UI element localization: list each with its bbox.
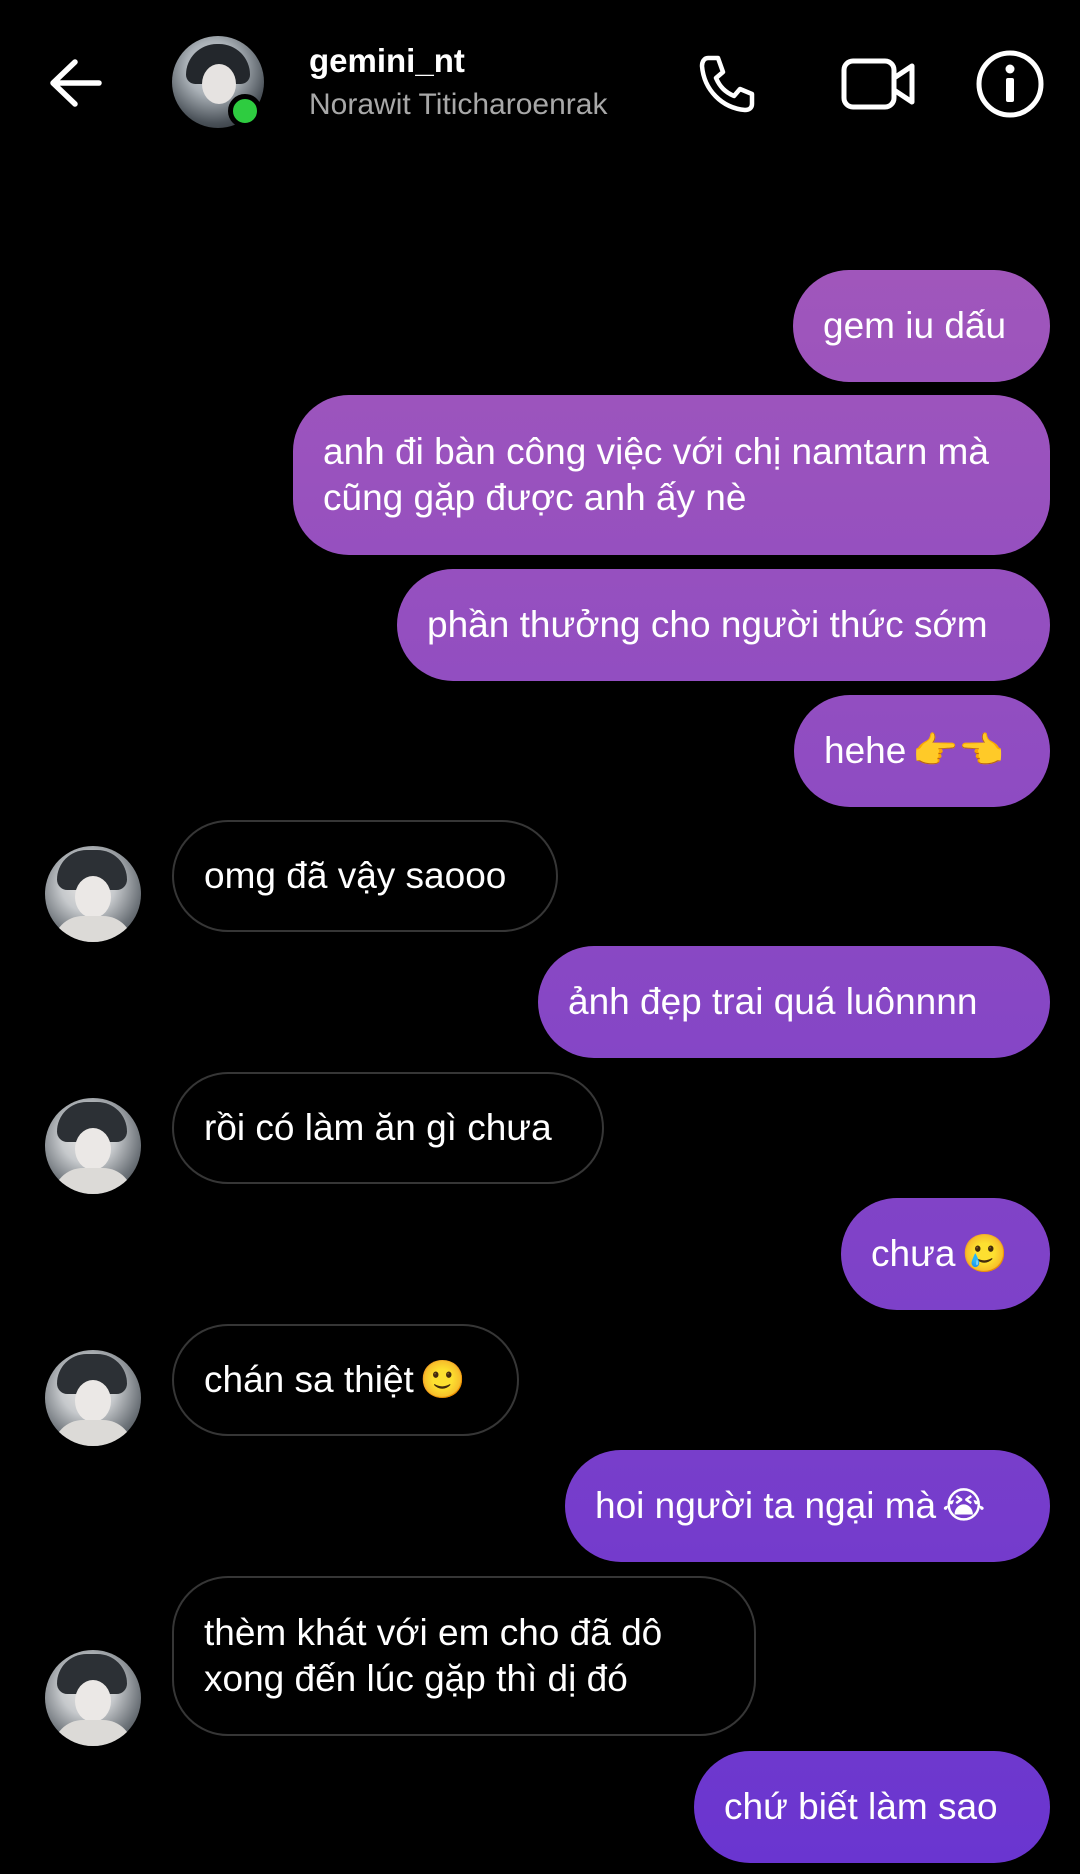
sent-message[interactable]: phần thưởng cho người thức sớm <box>397 569 1050 681</box>
video-call-button[interactable] <box>829 44 929 124</box>
sent-message[interactable]: chưa 🥲 <box>841 1198 1050 1310</box>
slightly-smiling-emoji: 🙂 <box>419 1359 466 1400</box>
sent-message[interactable]: chứ biết làm sao <box>694 1751 1050 1863</box>
info-circle-icon <box>976 50 1044 118</box>
received-message[interactable]: omg đã vậy saooo <box>172 820 558 932</box>
sender-avatar[interactable] <box>45 846 141 942</box>
message-text: hoi người ta ngại mà <box>595 1485 937 1526</box>
message-text: thèm khát với em cho đã dô xong đến lúc … <box>204 1612 663 1699</box>
sent-message[interactable]: anh đi bàn công việc với chị namtarn mà … <box>293 395 1050 555</box>
sent-message[interactable]: gem iu dấu <box>793 270 1050 382</box>
call-button[interactable] <box>686 44 766 124</box>
message-text: omg đã vậy saooo <box>204 855 507 896</box>
received-message[interactable]: thèm khát với em cho đã dô xong đến lúc … <box>172 1576 756 1736</box>
message-text: phần thưởng cho người thức sớm <box>427 604 988 645</box>
loudly-crying-emoji: 😭 <box>942 1485 986 1526</box>
sender-avatar[interactable] <box>45 1098 141 1194</box>
phone-icon <box>699 55 755 113</box>
online-status-dot <box>228 94 262 128</box>
info-button[interactable] <box>970 44 1050 124</box>
message-text: rồi có làm ăn gì chưa <box>204 1107 552 1148</box>
contact-username[interactable]: gemini_nt <box>309 42 465 80</box>
message-text: gem iu dấu <box>823 305 1007 346</box>
arrow-left-icon <box>50 59 102 107</box>
sender-avatar[interactable] <box>45 1650 141 1746</box>
received-message[interactable]: chán sa thiệt 🙂 <box>172 1324 519 1436</box>
sent-message[interactable]: hoi người ta ngại mà 😭 <box>565 1450 1050 1562</box>
sent-message[interactable]: hehe 👉👈 <box>794 695 1050 807</box>
sender-avatar[interactable] <box>45 1350 141 1446</box>
pointing-fingers-emoji: 👉👈 <box>912 730 1005 771</box>
message-text: chán sa thiệt <box>204 1359 414 1400</box>
message-text: anh đi bàn công việc với chị namtarn mà … <box>323 431 989 518</box>
sent-message[interactable]: ảnh đẹp trai quá luônnnn <box>538 946 1050 1058</box>
chat-header: gemini_nt Norawit Titicharoenrak <box>0 0 1080 170</box>
video-camera-icon <box>841 58 915 110</box>
message-text: ảnh đẹp trai quá luônnnn <box>568 981 978 1022</box>
back-button[interactable] <box>40 48 110 118</box>
received-message[interactable]: rồi có làm ăn gì chưa <box>172 1072 604 1184</box>
message-text: chưa <box>871 1233 956 1274</box>
message-text: chứ biết làm sao <box>724 1786 998 1827</box>
message-text: hehe <box>824 730 907 771</box>
contact-fullname[interactable]: Norawit Titicharoenrak <box>309 88 607 122</box>
smiling-tear-emoji: 🥲 <box>961 1233 1008 1274</box>
